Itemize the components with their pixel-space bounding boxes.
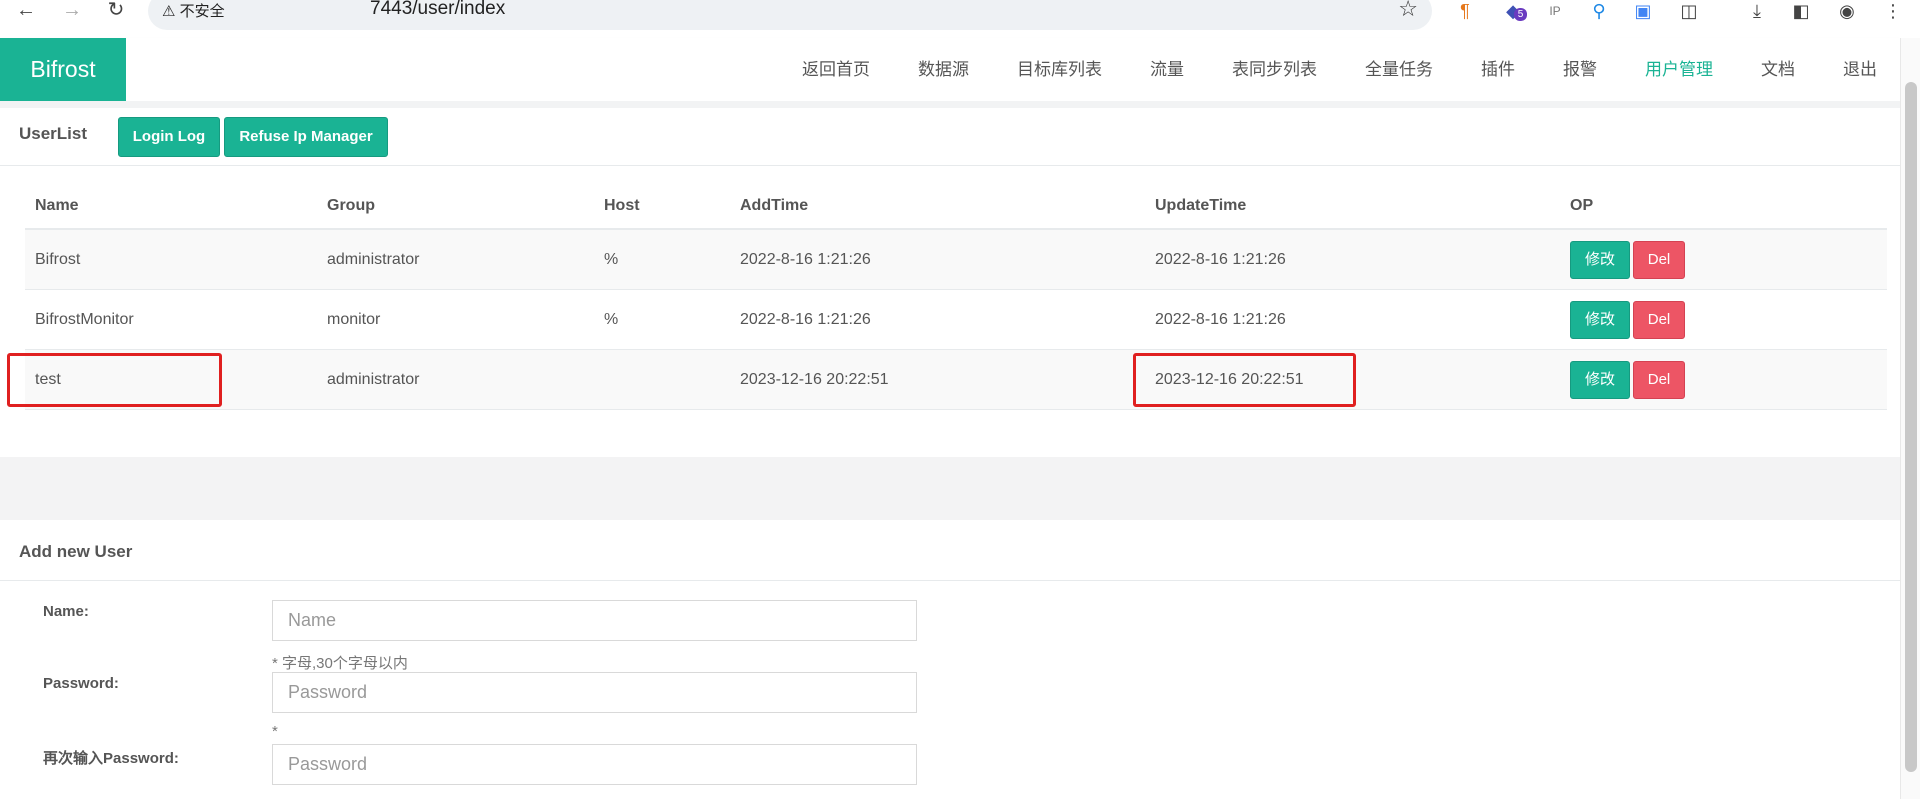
delete-button[interactable]: Del [1633,300,1685,339]
table-row: test administrator 2023-12-16 20:22:51 2… [25,349,1887,410]
brand-logo[interactable]: Bifrost [0,38,126,101]
ext-paragraph-icon[interactable]: ¶ [1452,0,1478,24]
cell-addtime: 2022-8-16 1:21:26 [730,229,1145,290]
panel-divider [0,165,1901,166]
edit-button[interactable]: 修改 [1570,360,1630,399]
profile-icon[interactable]: ◉ [1834,0,1860,24]
col-host: Host [594,183,730,230]
ext-5-icon[interactable]: ◆ 5 [1500,0,1527,24]
col-op: OP [1560,183,1887,230]
col-updatetime: UpdateTime [1145,183,1560,230]
warning-icon: ⚠ [162,3,176,20]
cell-updatetime: 2022-8-16 1:21:26 [1145,229,1560,290]
section-gap [0,457,1901,520]
ext-ip-icon[interactable]: IP [1542,0,1568,24]
name-label: Name: [43,603,89,620]
cell-group: administrator [317,349,594,410]
password-help-text: * [272,723,278,740]
top-menu: 返回首页 数据源 目标库列表 流量 表同步列表 全量任务 插件 报警 用户管理 … [778,38,1901,101]
menu-item-full-task[interactable]: 全量任务 [1341,38,1457,101]
table-row: BifrostMonitor monitor % 2022-8-16 1:21:… [25,289,1887,350]
highlight-box-updatetime [1133,353,1356,407]
download-icon[interactable]: ⤓ [1744,0,1770,24]
menu-item-logout[interactable]: 退出 [1819,38,1901,101]
edit-button[interactable]: 修改 [1570,240,1630,279]
name-help-text: * 字母,30个字母以内 [272,655,408,672]
form-divider [0,580,1901,581]
reload-icon[interactable]: ↻ [104,0,128,20]
cell-op: 修改 Del [1560,289,1887,350]
menu-item-target-list[interactable]: 目标库列表 [993,38,1126,101]
add-user-title: Add new User [19,542,133,561]
edit-button[interactable]: 修改 [1570,300,1630,339]
menu-item-plugin[interactable]: 插件 [1457,38,1539,101]
userlist-title: UserList [19,124,88,143]
url-text[interactable]: 7443/user/index [370,0,505,20]
password-field[interactable] [272,672,917,713]
security-indicator[interactable]: ⚠ 不安全 [162,0,225,21]
forward-icon[interactable]: → [60,0,84,20]
user-table: Name Group Host AddTime UpdateTime OP Bi… [25,183,1887,410]
menu-item-table-sync[interactable]: 表同步列表 [1208,38,1341,101]
cell-host [594,349,730,410]
table-row: Bifrost administrator % 2022-8-16 1:21:2… [25,229,1887,290]
menu-item-datasource[interactable]: 数据源 [894,38,993,101]
menu-item-user-manage[interactable]: 用户管理 [1621,38,1737,101]
ext-badge: 5 [1514,8,1527,21]
password-label: Password: [43,675,119,692]
cell-addtime: 2022-8-16 1:21:26 [730,289,1145,350]
menu-item-docs[interactable]: 文档 [1737,38,1819,101]
ext-ip-label: IP [1549,4,1561,18]
back-icon[interactable]: ← [14,0,38,20]
address-bar[interactable]: ⚠ 不安全 7443/user/index ☆ [148,0,1432,30]
page-scrollbar[interactable] [1900,38,1920,799]
ext-pin-icon[interactable]: ⚲ [1586,0,1612,24]
header-divider [0,101,1901,108]
cell-group: monitor [317,289,594,350]
cell-group: administrator [317,229,594,290]
ext-translate-icon[interactable]: ▣ [1630,0,1656,24]
menu-item-flow[interactable]: 流量 [1126,38,1208,101]
cell-host: % [594,289,730,350]
app-header: Bifrost 返回首页 数据源 目标库列表 流量 表同步列表 全量任务 插件 … [0,38,1901,101]
cell-name: BifrostMonitor [25,289,317,350]
col-addtime: AddTime [730,183,1145,230]
cell-host: % [594,229,730,290]
highlight-box-name [7,353,222,407]
extensions-puzzle-icon[interactable]: ◫ [1676,0,1702,24]
password-confirm-label: 再次输入Password: [43,750,179,767]
browser-toolbar: ← → ↻ ⚠ 不安全 7443/user/index ☆ ¶ ◆ 5 IP ⚲ … [0,0,1920,39]
name-field[interactable] [272,600,917,641]
delete-button[interactable]: Del [1633,240,1685,279]
cell-updatetime: 2022-8-16 1:21:26 [1145,289,1560,350]
menu-item-home[interactable]: 返回首页 [778,38,894,101]
cell-addtime: 2023-12-16 20:22:51 [730,349,1145,410]
refuse-ip-manager-button[interactable]: Refuse Ip Manager [224,117,388,157]
menu-item-alarm[interactable]: 报警 [1539,38,1621,101]
security-label: 不安全 [179,3,225,20]
sidepanel-icon[interactable]: ◧ [1788,0,1814,24]
password-confirm-field[interactable] [272,744,917,785]
col-name: Name [25,183,317,230]
login-log-button[interactable]: Login Log [118,117,220,157]
menu-dots-icon[interactable]: ⋮ [1880,0,1906,24]
cell-op: 修改 Del [1560,349,1887,410]
delete-button[interactable]: Del [1633,360,1685,399]
col-group: Group [317,183,594,230]
scrollbar-thumb[interactable] [1905,82,1917,772]
table-header-row: Name Group Host AddTime UpdateTime OP [25,183,1887,230]
bookmark-star-icon[interactable]: ☆ [1398,0,1418,22]
cell-op: 修改 Del [1560,229,1887,290]
cell-name: Bifrost [25,229,317,290]
